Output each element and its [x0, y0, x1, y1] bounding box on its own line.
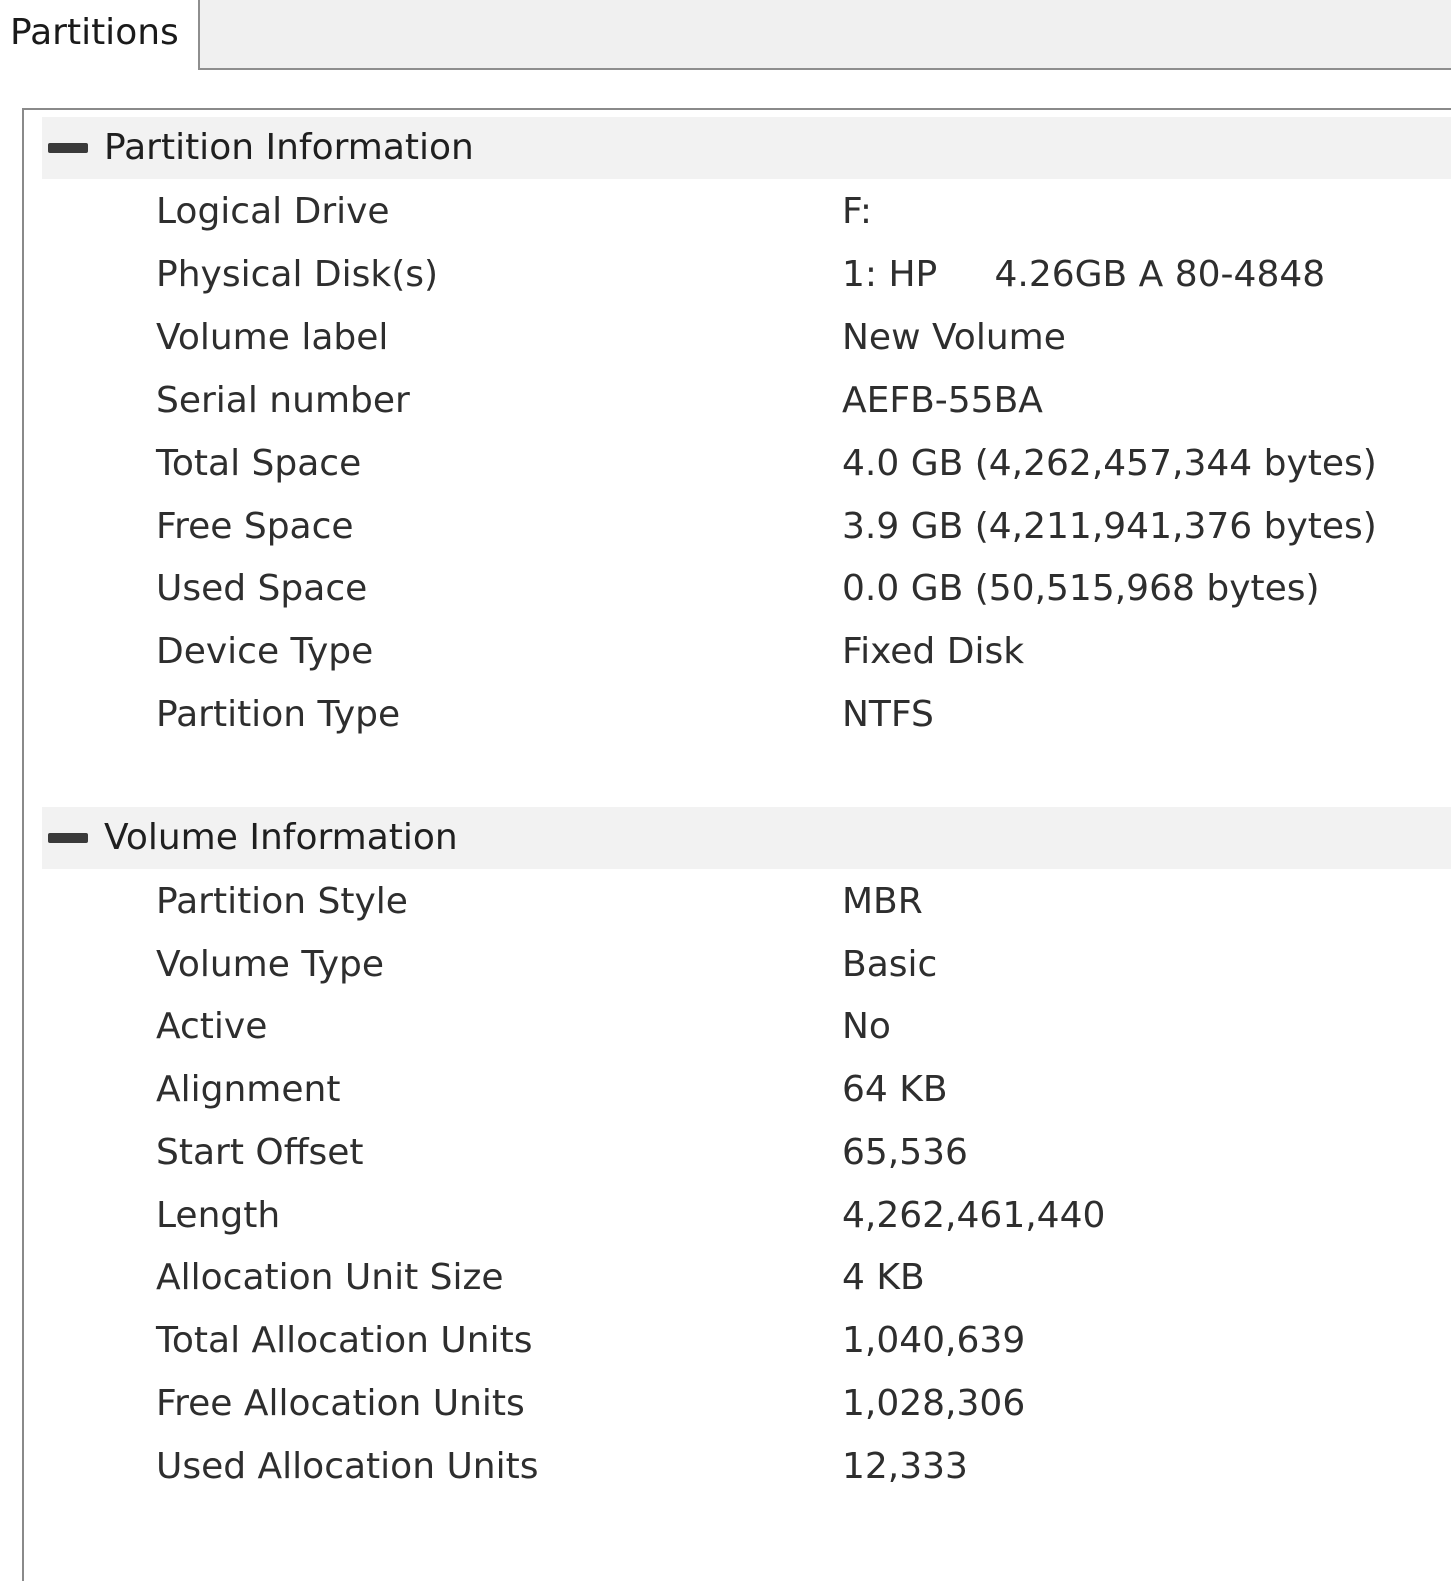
properties-panel: Partition Information Logical Drive F: P… — [22, 108, 1451, 1581]
property-label: Used Allocation Units — [156, 1446, 539, 1487]
property-row-logical-drive[interactable]: Logical Drive F: — [24, 181, 1451, 243]
property-value: 12,333 — [842, 1446, 968, 1487]
property-row-physical-disks[interactable]: Physical Disk(s) 1: HP 4.26GB A 80-4848 — [24, 244, 1451, 306]
property-row-serial-number[interactable]: Serial number AEFB-55BA — [24, 370, 1451, 432]
section-header-volume-information[interactable]: Volume Information — [42, 807, 1451, 869]
property-value: NTFS — [842, 694, 934, 735]
property-value: Fixed Disk — [842, 631, 1025, 672]
tab-strip — [198, 0, 1451, 70]
property-value: New Volume — [842, 317, 1066, 358]
property-label: Free Allocation Units — [156, 1383, 525, 1424]
section-title: Partition Information — [104, 127, 474, 168]
property-label: Volume label — [156, 317, 389, 358]
property-value: F: — [842, 191, 873, 232]
property-value: 4,262,461,440 — [842, 1195, 1106, 1236]
property-label: Alignment — [156, 1069, 341, 1110]
property-value: 3.9 GB (4,211,941,376 bytes) — [842, 506, 1377, 547]
property-value: MBR — [842, 881, 923, 922]
property-value: Basic — [842, 944, 938, 985]
collapse-icon[interactable] — [48, 833, 88, 843]
property-row-device-type[interactable]: Device Type Fixed Disk — [24, 621, 1451, 683]
property-value: 4.0 GB (4,262,457,344 bytes) — [842, 443, 1377, 484]
property-label: Partition Style — [156, 881, 408, 922]
property-row-used-space[interactable]: Used Space 0.0 GB (50,515,968 bytes) — [24, 558, 1451, 620]
property-label: Total Space — [156, 443, 362, 484]
property-row-start-offset[interactable]: Start Offset 65,536 — [24, 1122, 1451, 1184]
property-row-length[interactable]: Length 4,262,461,440 — [24, 1185, 1451, 1247]
property-label: Device Type — [156, 631, 374, 672]
property-value: No — [842, 1006, 891, 1047]
tab-partitions[interactable]: Partitions — [0, 0, 198, 72]
property-label: Active — [156, 1006, 268, 1047]
property-value: 1,028,306 — [842, 1383, 1026, 1424]
tab-bar: Partitions — [0, 0, 1451, 72]
property-row-total-allocation-units[interactable]: Total Allocation Units 1,040,639 — [24, 1310, 1451, 1372]
property-label: Allocation Unit Size — [156, 1257, 504, 1298]
property-row-total-space[interactable]: Total Space 4.0 GB (4,262,457,344 bytes) — [24, 433, 1451, 495]
property-label: Partition Type — [156, 694, 401, 735]
property-row-free-allocation-units[interactable]: Free Allocation Units 1,028,306 — [24, 1373, 1451, 1435]
property-label: Logical Drive — [156, 191, 390, 232]
property-label: Volume Type — [156, 944, 385, 985]
section-header-partition-information[interactable]: Partition Information — [42, 117, 1451, 179]
property-value: AEFB-55BA — [842, 380, 1043, 421]
property-row-partition-style[interactable]: Partition Style MBR — [24, 871, 1451, 933]
property-row-active[interactable]: Active No — [24, 996, 1451, 1058]
property-label: Start Offset — [156, 1132, 364, 1173]
property-label: Used Space — [156, 568, 368, 609]
property-value: 0.0 GB (50,515,968 bytes) — [842, 568, 1320, 609]
property-row-used-allocation-units[interactable]: Used Allocation Units 12,333 — [24, 1436, 1451, 1498]
property-label: Free Space — [156, 506, 354, 547]
property-label: Total Allocation Units — [156, 1320, 533, 1361]
section-title: Volume Information — [104, 817, 458, 858]
property-value: 65,536 — [842, 1132, 968, 1173]
property-value: 4 KB — [842, 1257, 925, 1298]
property-row-volume-label[interactable]: Volume label New Volume — [24, 307, 1451, 369]
property-row-alignment[interactable]: Alignment 64 KB — [24, 1059, 1451, 1121]
property-label: Serial number — [156, 380, 410, 421]
property-row-free-space[interactable]: Free Space 3.9 GB (4,211,941,376 bytes) — [24, 496, 1451, 558]
property-row-partition-type[interactable]: Partition Type NTFS — [24, 684, 1451, 746]
collapse-icon[interactable] — [48, 143, 88, 153]
property-row-volume-type[interactable]: Volume Type Basic — [24, 934, 1451, 996]
property-value: 64 KB — [842, 1069, 948, 1110]
property-value: 1,040,639 — [842, 1320, 1026, 1361]
property-row-allocation-unit-size[interactable]: Allocation Unit Size 4 KB — [24, 1247, 1451, 1309]
property-label: Physical Disk(s) — [156, 254, 439, 295]
property-value: 1: HP 4.26GB A 80-4848 — [842, 254, 1326, 295]
property-label: Length — [156, 1195, 281, 1236]
